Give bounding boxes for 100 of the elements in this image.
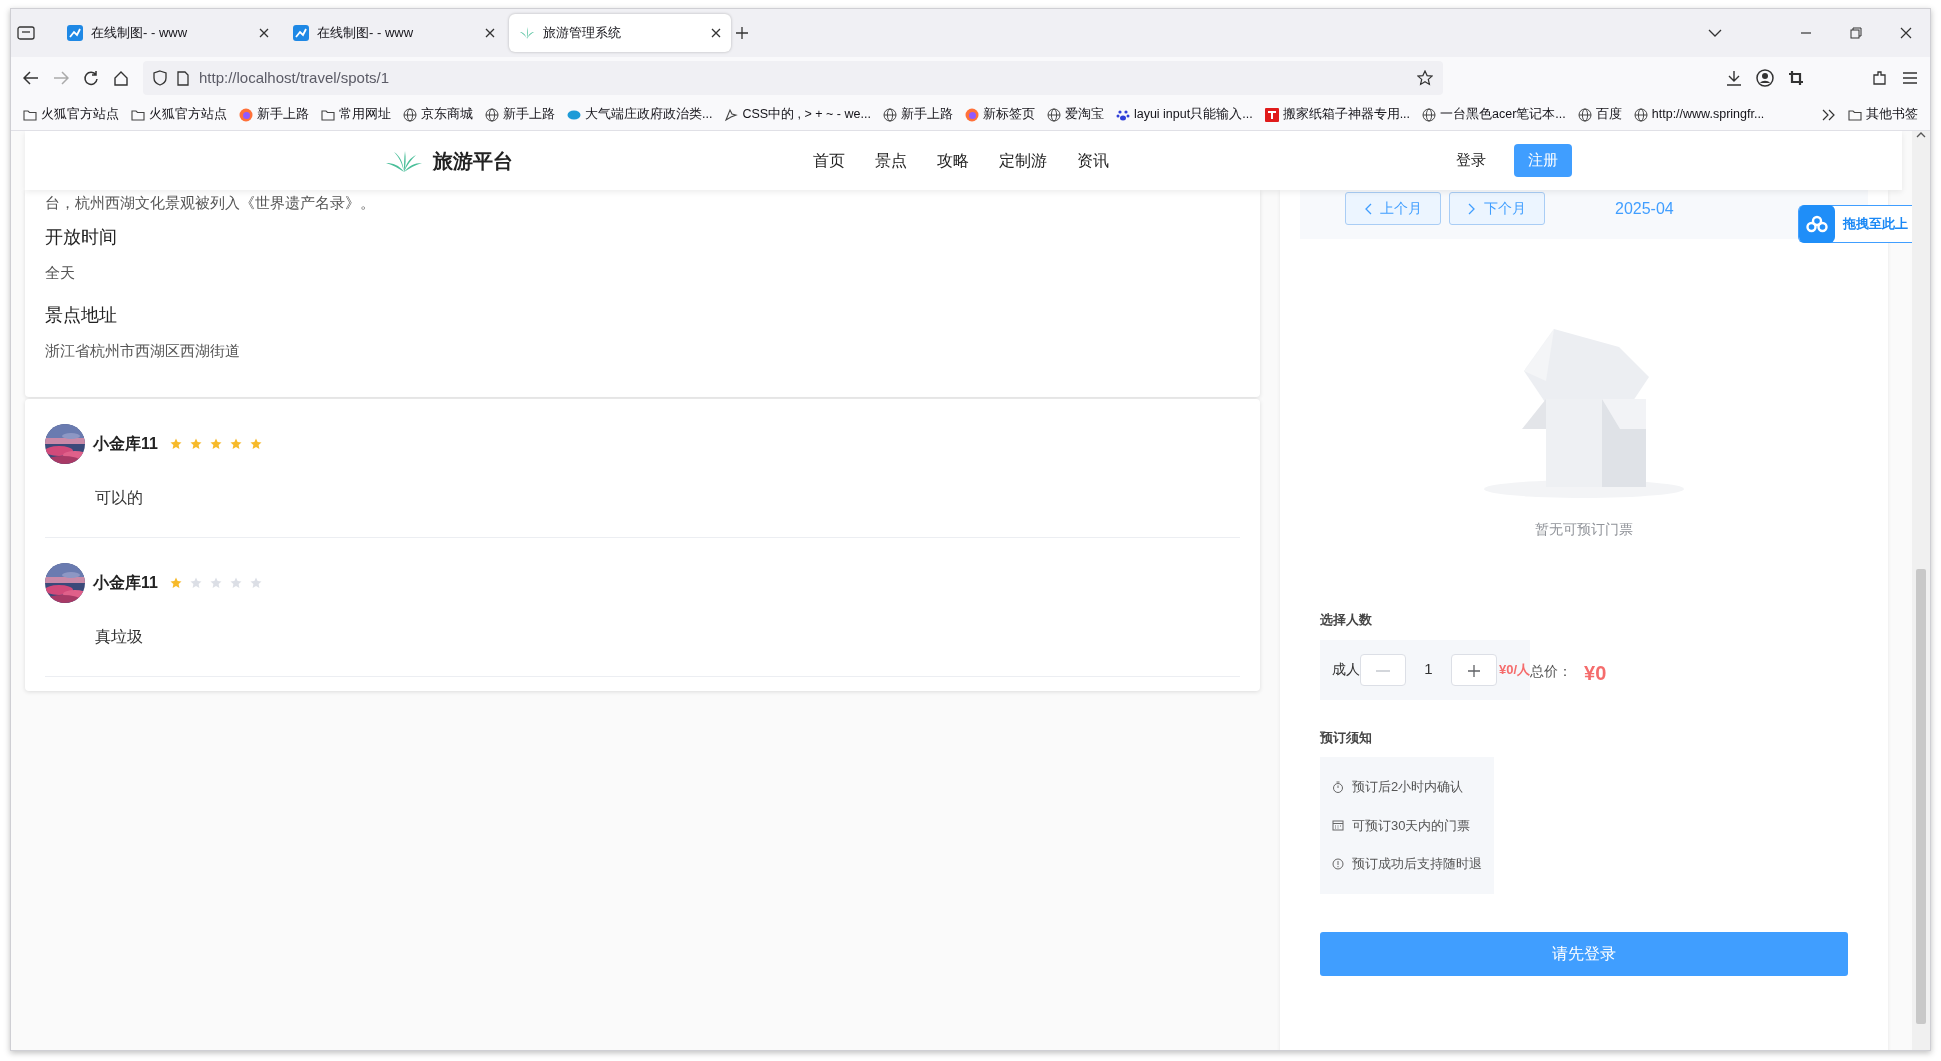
tile-icon [1264,107,1279,122]
star-icon [249,437,262,450]
globe-icon [485,107,499,122]
section-heading: 开放时间 [45,226,118,249]
empty-message: 暂无可预订门票 [1535,520,1633,539]
increase-button[interactable] [1451,653,1497,686]
notice-text: 可预订30天内的门票 [1352,816,1471,835]
bookmark[interactable]: http://www.springfr... [1633,105,1765,124]
minus-icon [1376,670,1390,673]
star-icon [189,576,202,589]
globe-icon [1422,107,1437,122]
star-icon [229,437,242,450]
star-icon [189,437,202,450]
menu-icon[interactable] [1902,71,1918,85]
reviewer-name: 小金库11 [93,433,158,454]
chevron-left-icon [1364,202,1372,215]
bookmark[interactable]: 新手上路 [485,105,555,124]
globe-icon [882,107,897,122]
new-tab-icon[interactable] [735,26,749,40]
bookmark[interactable]: 常用网址 [321,105,391,124]
address-bar[interactable]: http://localhost/travel/spots/1 [143,61,1443,95]
bookmark[interactable]: 大气端庄政府政治类... [567,105,713,124]
info-icon [1332,857,1344,870]
close-icon[interactable] [1900,27,1912,39]
nav-link[interactable]: 攻略 [937,148,969,173]
plus-icon [1467,664,1481,679]
bookmark[interactable]: 爱淘宝 [1046,105,1104,124]
browser-logo-icon [964,107,979,122]
scrollbar[interactable] [1912,131,1930,1050]
back-icon[interactable] [23,71,39,85]
chart-icon [293,25,309,41]
bookmark[interactable]: 百度 [1577,105,1622,124]
scroll-up-icon [1916,131,1926,139]
nav-link[interactable]: 定制游 [999,148,1047,173]
total-price: ¥0 [1584,660,1607,686]
nav-link[interactable]: 景点 [875,148,907,173]
account-icon[interactable] [1756,69,1774,87]
crop-icon[interactable] [1788,70,1804,86]
star-icon [169,437,182,450]
nav-link[interactable]: 资讯 [1077,148,1109,173]
intro-text: 台，杭州西湖文化景观被列入《世界遗产名录》。 [45,193,376,213]
browser-tab[interactable]: 旅游管理系统 [509,14,731,52]
section-label: 预订须知 [1320,728,1373,747]
star-icon[interactable] [1417,70,1433,86]
reload-icon[interactable] [83,70,99,86]
shield-icon [153,70,167,86]
star-icon [209,576,222,589]
bookmark[interactable]: layui input只能输入... [1115,105,1253,124]
upload-widget[interactable]: 拖拽至此上 [1798,205,1912,243]
chevron-down-icon[interactable] [1708,28,1722,38]
browser-logo-icon [239,107,253,122]
ticket-type-label: 成人 [1332,660,1360,679]
folder-icon [321,108,335,121]
section-text: 浙江省杭州市西湖区西湖街道 [45,341,241,362]
chart-icon [67,25,83,41]
browser-tab[interactable]: 在线制图- - www [283,14,505,52]
globe-icon [1577,107,1592,122]
extensions-icon[interactable] [1872,70,1888,86]
bookmark[interactable]: 京东商城 [403,105,473,124]
bookmark[interactable]: 火狐官方站点 [131,105,227,124]
folder-icon [1848,108,1862,121]
section-label: 选择人数 [1320,611,1373,629]
bookmark[interactable]: CSS中的 , > + ~ - we... [724,105,871,124]
section-heading: 景点地址 [45,304,118,327]
unit-price: ¥0/人 [1499,660,1531,680]
star-icon [229,576,242,589]
quantity-value: 1 [1423,659,1434,680]
notice-text: 预订后2小时内确认 [1352,778,1464,796]
globe-icon [1633,107,1648,122]
bookmark[interactable]: 新手上路 [882,105,953,124]
notice-text: 预订成功后支持随时退 [1352,855,1482,873]
bookmark[interactable]: 火狐官方站点 [23,105,119,124]
bookmark[interactable]: 一台黑色acer笔记本... [1422,105,1566,124]
tab-list-icon[interactable] [17,25,35,41]
login-link[interactable]: 登录 [1450,148,1492,173]
folder-icon [131,108,145,121]
close-icon[interactable] [485,28,495,38]
star-icon [249,576,262,589]
bookmark-folder[interactable]: 其他书签 [1848,105,1918,124]
bookmark[interactable]: 新手上路 [239,105,309,124]
bookmark[interactable]: 新标签页 [964,105,1035,124]
overflow-chevrons-icon[interactable] [1822,108,1836,121]
nav-link[interactable]: 首页 [813,148,845,173]
close-icon[interactable] [711,28,721,38]
review-text: 可以的 [95,487,144,508]
restore-icon[interactable] [1850,27,1862,39]
star-icon [169,576,182,589]
reviewer-name: 小金库11 [93,572,158,593]
globe-icon [1046,107,1061,122]
calendar-icon [1332,819,1344,832]
bookmark[interactable]: 搬家纸箱子神器专用... [1264,105,1411,124]
current-month: 2025-04 [1615,198,1674,219]
home-icon[interactable] [113,70,129,86]
close-icon[interactable] [259,28,269,38]
folder-icon [23,108,37,121]
download-icon[interactable] [1726,70,1742,86]
page-icon [177,70,189,86]
star-icon [209,437,222,450]
browser-tab[interactable]: 在线制图- - www [57,14,279,52]
chevron-right-icon [1468,202,1476,215]
